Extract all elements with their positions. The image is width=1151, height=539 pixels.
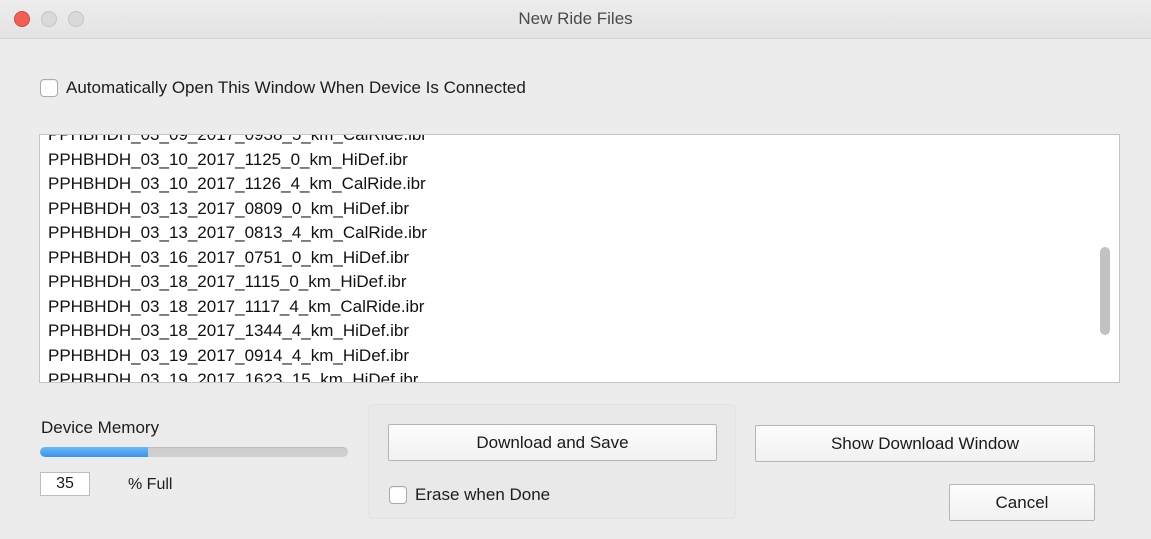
list-item[interactable]: PPHBHDH_03_19_2017_1623_15_km_HiDef.ibr [48,368,427,382]
list-item[interactable]: PPHBHDH_03_19_2017_0914_4_km_HiDef.ibr [48,344,427,369]
ride-file-list[interactable]: PPHBHDH_03_09_2017_0938_5_km_CalRide.ibr… [39,134,1120,383]
new-ride-files-window: New Ride Files Automatically Open This W… [0,0,1151,539]
list-item[interactable]: PPHBHDH_03_18_2017_1115_0_km_HiDef.ibr [48,270,427,295]
file-list-scrollbar[interactable] [1100,247,1110,335]
erase-when-done-option[interactable]: Erase when Done [389,484,550,506]
list-item[interactable]: PPHBHDH_03_10_2017_1126_4_km_CalRide.ibr [48,172,427,197]
title-bar: New Ride Files [0,0,1151,39]
show-download-window-button[interactable]: Show Download Window [755,425,1095,462]
list-item[interactable]: PPHBHDH_03_13_2017_0809_0_km_HiDef.ibr [48,197,427,222]
list-item[interactable]: PPHBHDH_03_18_2017_1344_4_km_HiDef.ibr [48,319,427,344]
list-item[interactable]: PPHBHDH_03_16_2017_0751_0_km_HiDef.ibr [48,246,427,271]
download-and-save-button[interactable]: Download and Save [388,424,717,461]
ride-file-items: PPHBHDH_03_09_2017_0938_5_km_CalRide.ibr… [48,135,427,382]
list-item[interactable]: PPHBHDH_03_09_2017_0938_5_km_CalRide.ibr [48,135,427,148]
auto-open-option[interactable]: Automatically Open This Window When Devi… [40,77,526,99]
list-item[interactable]: PPHBHDH_03_13_2017_0813_4_km_CalRide.ibr [48,221,427,246]
auto-open-label: Automatically Open This Window When Devi… [66,78,526,97]
erase-when-done-checkbox[interactable] [389,486,407,504]
list-item[interactable]: PPHBHDH_03_18_2017_1117_4_km_CalRide.ibr [48,295,427,320]
window-title: New Ride Files [518,9,633,28]
erase-when-done-label: Erase when Done [415,485,551,504]
cancel-button[interactable]: Cancel [949,484,1095,521]
list-item[interactable]: PPHBHDH_03_10_2017_1125_0_km_HiDef.ibr [48,148,427,173]
device-memory-unit-label: % Full [128,476,173,493]
device-memory-progress-fill [40,447,148,457]
device-memory-label: Device Memory [41,418,160,437]
device-memory-value: 35 [40,472,90,496]
auto-open-checkbox[interactable] [40,79,58,97]
device-memory-progress-bar [40,447,348,457]
